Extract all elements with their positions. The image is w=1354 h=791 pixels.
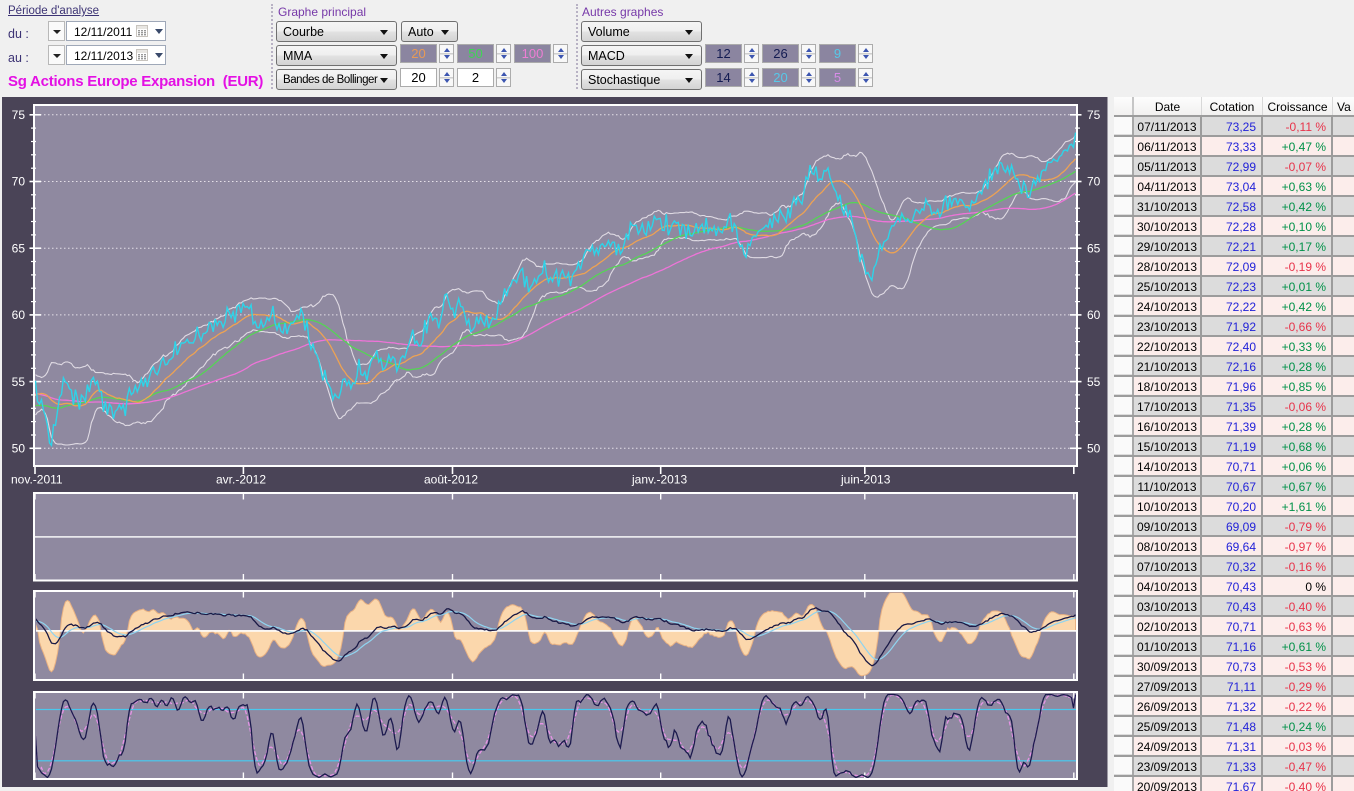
svg-text:60: 60: [1087, 308, 1101, 322]
svg-text:50: 50: [12, 442, 26, 456]
svg-text:55: 55: [12, 375, 26, 389]
svg-text:70: 70: [1087, 175, 1101, 189]
svg-text:nov.-2011: nov.-2011: [11, 473, 63, 487]
svg-text:août-2012: août-2012: [424, 473, 478, 487]
svg-text:65: 65: [1087, 241, 1101, 255]
svg-text:75: 75: [1087, 108, 1101, 122]
svg-text:juin-2013: juin-2013: [840, 473, 891, 487]
svg-text:70: 70: [12, 175, 26, 189]
svg-text:65: 65: [12, 241, 26, 255]
svg-text:avr.-2012: avr.-2012: [216, 473, 266, 487]
svg-text:60: 60: [12, 308, 26, 322]
svg-text:janv.-2013: janv.-2013: [631, 473, 687, 487]
svg-text:50: 50: [1087, 442, 1101, 456]
svg-text:75: 75: [12, 108, 26, 122]
svg-text:55: 55: [1087, 375, 1101, 389]
